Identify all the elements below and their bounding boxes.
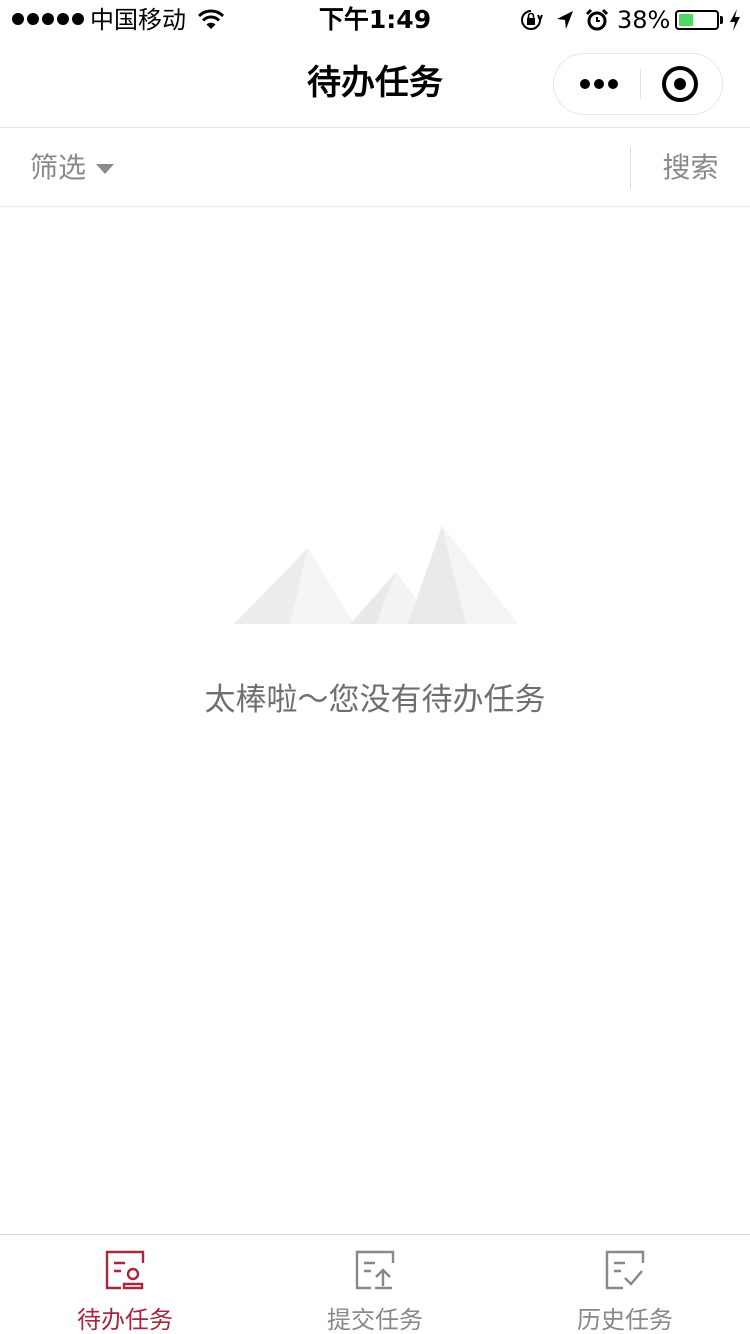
filter-bar: 筛选 搜索: [0, 129, 750, 207]
charging-bolt-icon: [730, 9, 740, 31]
tab-history[interactable]: 历史任务: [500, 1235, 750, 1334]
location-arrow-icon: [557, 11, 573, 29]
search-button[interactable]: 搜索: [631, 147, 750, 189]
status-bar: 中国移动 下午1:49 38%: [0, 0, 750, 40]
more-dots-icon[interactable]: [554, 54, 640, 114]
miniprogram-capsule: [553, 53, 723, 115]
tab-pending[interactable]: 待办任务: [0, 1235, 250, 1334]
tab-submit[interactable]: 提交任务: [250, 1235, 500, 1334]
submit-task-icon: [355, 1250, 395, 1290]
page: 中国移动 下午1:49 38% 待办任务 筛选 搜索 太棒啦～您没有待办任务 待…: [0, 0, 750, 1334]
filter-dropdown[interactable]: 筛选: [30, 147, 115, 189]
battery-percent: 38%: [617, 6, 671, 34]
nav-bar: 待办任务: [0, 40, 750, 128]
tab-history-label: 历史任务: [577, 1306, 673, 1334]
alarm-icon: [585, 8, 609, 31]
battery-cap: [720, 16, 723, 24]
battery-fill: [679, 14, 693, 26]
caret-down-icon: [96, 164, 115, 174]
battery-icon: [675, 10, 719, 30]
tab-pending-label: 待办任务: [77, 1306, 173, 1334]
empty-state-message: 太棒啦～您没有待办任务: [204, 682, 546, 718]
close-miniprogram-icon[interactable]: [641, 54, 723, 114]
tab-bar: 待办任务 提交任务 历史任务: [0, 1234, 750, 1334]
tab-submit-label: 提交任务: [327, 1306, 423, 1334]
pending-task-icon: [105, 1250, 145, 1290]
history-task-icon: [605, 1250, 645, 1290]
mountains-icon: [234, 526, 518, 624]
rotation-lock-icon: [521, 10, 543, 30]
filter-label: 筛选: [30, 151, 87, 184]
